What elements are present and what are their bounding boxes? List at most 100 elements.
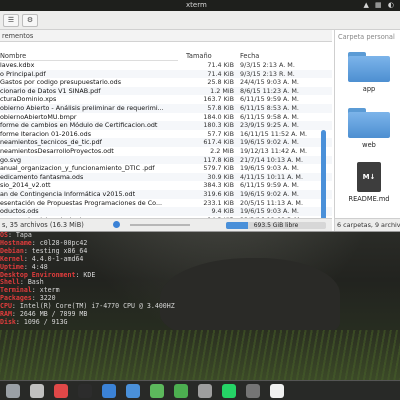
- file-name: o Principal.pdf: [0, 69, 46, 78]
- file-row[interactable]: forme de cambios en Módulo de Certificac…: [0, 121, 332, 130]
- terminal-line: Terminal: xterm: [0, 286, 400, 295]
- file-name: obierno Abierto - Análisis preliminar de…: [0, 103, 164, 112]
- file-date: 4/11/15 10:11 A. M.: [240, 172, 303, 181]
- file-row[interactable]: an de Contingencia Informática v2015.odt…: [0, 189, 332, 199]
- file-date: 9/3/15 2:13 R. M.: [240, 69, 295, 78]
- file-row[interactable]: obiernoAbiertoMU.bmpr 184.0 KiB 6/11/15 9:…: [0, 113, 332, 122]
- file-row[interactable]: edicamento fantasma.ods 30.9 KiB 4/11/15 1…: [0, 172, 332, 182]
- terminal-value: KDE: [83, 270, 96, 279]
- folder-web[interactable]: web: [341, 108, 397, 149]
- terminal-key: Kernel: [0, 254, 24, 263]
- file-size: 184.0 KiB: [203, 112, 234, 121]
- file-size: 57.8 KiB: [207, 103, 234, 112]
- file-row[interactable]: forme Iteracion 01-2016.ods 57.7 KiB 16/11…: [0, 130, 332, 139]
- file-date: 6/11/15 8:53 A. M.: [240, 103, 299, 112]
- file-row[interactable]: neamientos_tecnicos_de_tic.pdf 617.4 KiB 1…: [0, 138, 332, 147]
- file-row[interactable]: cionario de Datos V1 SINAB.pdf 1.2 MiB 8/6…: [0, 86, 332, 96]
- file-row[interactable]: neamientosDesarrolloProyectos.odt 2.2 MiB…: [0, 147, 332, 156]
- terminal-output[interactable]: OS: Tapa Hostname: c0l28-00pc42 Debian: te…: [0, 231, 400, 378]
- terminal-separator: :: [11, 310, 20, 319]
- column-date-header[interactable]: Fecha: [240, 52, 330, 61]
- file-row[interactable]: oductos.ods 9.4 KiB 19/6/15 9:03 A. M.: [0, 207, 332, 216]
- terminal-value: Intel(R) Core(TM) i7-4770 CPU @ 3.400HZ: [19, 302, 175, 311]
- terminal-value: 2646 MB / 7899 MB: [19, 310, 88, 319]
- file-size: 617.4 KiB: [203, 138, 234, 147]
- file-date: 6/11/15 9:59 A. M.: [240, 181, 299, 190]
- free-space-label: 693.5 GiB libre: [253, 222, 299, 229]
- settings-icon[interactable]: [198, 384, 212, 398]
- terminal-separator: :: [7, 231, 16, 239]
- file-size: 2.2 MiB: [210, 146, 234, 155]
- file-name: go.svg: [0, 155, 22, 164]
- file-manager-icon[interactable]: [6, 384, 20, 398]
- file-date: 16/11/15 11:52 A. M.: [240, 129, 308, 138]
- file-name: an de Contingencia Informática v2015.odt: [0, 189, 136, 198]
- terminal-separator: :: [31, 286, 40, 295]
- file-name: forme de cambios en Módulo de Certificac…: [0, 121, 158, 130]
- terminal-separator: :: [31, 294, 40, 303]
- pane-header: rementos: [0, 30, 332, 42]
- file-row[interactable]: Gastos por codigo presupuestario.ods 25.8…: [0, 78, 332, 87]
- folder-icon[interactable]: [102, 384, 116, 398]
- file-row[interactable]: laves.kdbx 71.4 KiB 9/3/15 2:13 A. M.: [0, 61, 332, 70]
- file-row[interactable]: obierno Abierto - Análisis preliminar de…: [0, 103, 332, 113]
- file-name: sio_2014_v2.ott: [0, 181, 51, 190]
- terminal-key: RAM: [0, 310, 12, 319]
- file-date: 23/9/15 9:25 A. M.: [240, 121, 299, 130]
- document-icon[interactable]: [270, 384, 284, 398]
- file-row[interactable]: cturaDominio.xps 163.7 KiB 6/11/15 9:59 A.…: [0, 95, 332, 104]
- terminal-key: Debian: [0, 246, 24, 255]
- zoom-slider[interactable]: [130, 224, 190, 226]
- system-tray[interactable]: ▲ ▦ ◐: [363, 0, 396, 11]
- terminal-separator: :: [23, 246, 32, 255]
- pane-header-label: rementos: [2, 32, 34, 40]
- gear-icon[interactable]: [246, 384, 260, 398]
- terminal-separator: :: [11, 302, 20, 311]
- terminal-key: Desktop Environment: [0, 270, 76, 279]
- terminal-separator: :: [23, 262, 32, 271]
- file-row[interactable]: sio_2014_v2.ott 384.3 KiB 6/11/15 9:59 A. …: [0, 181, 332, 190]
- file-manager-toolbar: ☰ ⚙: [0, 11, 400, 30]
- terminal-value: 4:48: [31, 262, 48, 271]
- whatsapp-icon[interactable]: [222, 384, 236, 398]
- zoom-slider-handle[interactable]: [113, 221, 120, 228]
- folder-icon: [348, 52, 390, 82]
- file-readme[interactable]: M↓ README.md: [341, 162, 397, 203]
- terminal-value: 3220: [39, 294, 56, 303]
- settings-button[interactable]: ⚙: [22, 14, 38, 27]
- file-row[interactable]: o Principal.pdf 71.4 KiB 9/3/15 2:13 R. M.: [0, 69, 332, 79]
- terminal-value: Tapa: [15, 231, 32, 239]
- file-date: 19/6/15 9:03 A. M.: [240, 207, 299, 216]
- terminal-icon[interactable]: [78, 384, 92, 398]
- file-label: README.md: [348, 195, 390, 203]
- vertical-scrollbar[interactable]: [321, 130, 326, 220]
- terminal-separator: :: [19, 278, 28, 287]
- terminal-value: 1096 / 913G: [23, 317, 68, 326]
- file-manager-window: ☰ ⚙ rementos Nombre Tamaño Fecha laves.k…: [0, 11, 400, 232]
- file-row[interactable]: go.svg 117.8 KiB 21/7/14 10:13 A. M.: [0, 155, 332, 165]
- markdown-file-icon: M↓: [357, 162, 381, 192]
- terminal-separator: :: [15, 317, 24, 326]
- panel-title: xterm: [186, 1, 207, 9]
- column-size-header[interactable]: Tamaño: [186, 52, 236, 61]
- folder-app[interactable]: app: [341, 52, 397, 93]
- terminal-value: testing x86_64: [31, 246, 88, 255]
- bookmarks-icon[interactable]: [54, 384, 68, 398]
- terminal-key: OS: [0, 231, 8, 239]
- file-row[interactable]: anual_organizacion_y_funcionamiento_DTIC…: [0, 164, 332, 173]
- file-row[interactable]: esentación de Propuestas Programaciones …: [0, 199, 332, 208]
- terminal-value: xterm: [39, 286, 60, 295]
- file-size: 117.8 KiB: [203, 155, 234, 164]
- location-bar[interactable]: Carpeta personal: [338, 32, 400, 42]
- image-viewer-icon[interactable]: [126, 384, 140, 398]
- file-name: edicamento fantasma.ods: [0, 172, 84, 181]
- left-status-bar: s, 35 archivos (16.3 MiB) 693.5 GiB libr…: [0, 218, 332, 231]
- mail-icon[interactable]: [30, 384, 44, 398]
- menu-button[interactable]: ☰: [3, 14, 19, 27]
- file-name: anual_organizacion_y_funcionamiento_DTIC…: [0, 164, 155, 173]
- column-name-header[interactable]: Nombre: [0, 52, 178, 61]
- security-icon[interactable]: [150, 384, 164, 398]
- file-name: cturaDominio.xps: [0, 95, 57, 104]
- chat-icon[interactable]: [174, 384, 188, 398]
- file-name: forme Iteracion 01-2016.ods: [0, 129, 92, 138]
